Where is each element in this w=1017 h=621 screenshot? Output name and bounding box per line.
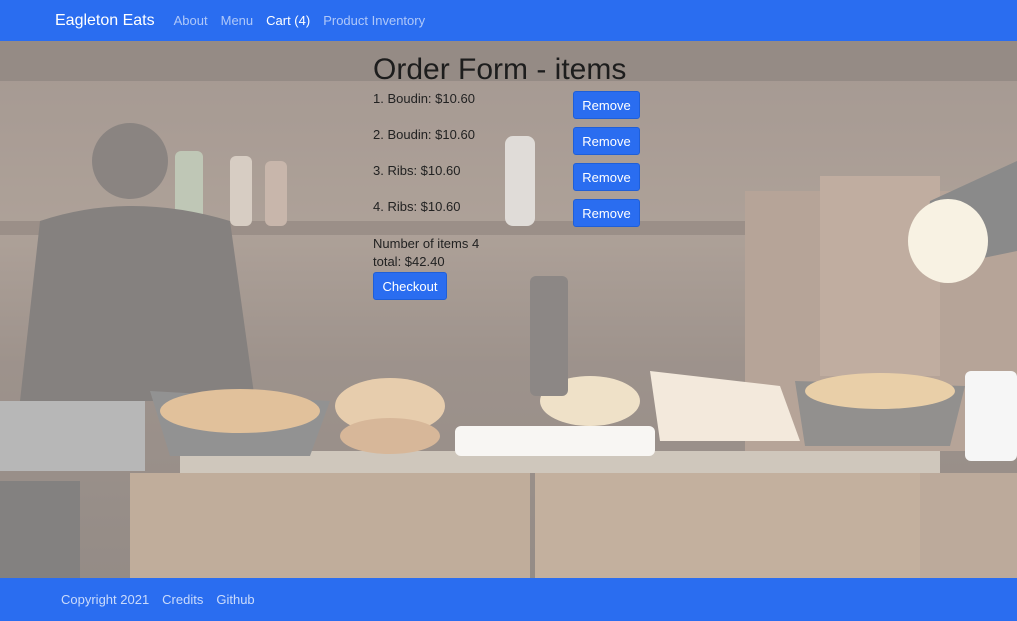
cart-item: 1. Boudin: $10.60 Remove [373, 91, 643, 127]
cart-item: 4. Ribs: $10.60 Remove [373, 199, 643, 235]
cart-item: 3. Ribs: $10.60 Remove [373, 163, 643, 199]
item-count: Number of items 4 [373, 236, 480, 251]
remove-item-button[interactable]: Remove [573, 199, 640, 227]
cart-item-label: 4. Ribs: $10.60 [373, 199, 461, 214]
nav-about[interactable]: About [174, 13, 208, 28]
cart-item-label: 1. Boudin: $10.60 [373, 91, 475, 106]
footer-credits-link[interactable]: Credits [162, 592, 203, 607]
navbar: Eagleton Eats About Menu Cart (4) Produc… [0, 0, 1017, 41]
remove-item-button[interactable]: Remove [573, 91, 640, 119]
brand-link[interactable]: Eagleton Eats [55, 12, 155, 30]
footer-copyright[interactable]: Copyright 2021 [61, 592, 149, 607]
remove-item-button[interactable]: Remove [573, 127, 640, 155]
checkout-button[interactable]: Checkout [373, 272, 447, 300]
order-total: total: $42.40 [373, 254, 445, 269]
cart-item-label: 3. Ribs: $10.60 [373, 163, 461, 178]
cart-item-label: 2. Boudin: $10.60 [373, 127, 475, 142]
footer-github-link[interactable]: Github [216, 592, 254, 607]
footer: Copyright 2021 Credits Github [0, 578, 1017, 621]
nav-cart[interactable]: Cart (4) [266, 13, 310, 28]
nav-menu[interactable]: Menu [221, 13, 254, 28]
page-title: Order Form - items [373, 53, 627, 86]
nav-product-inventory[interactable]: Product Inventory [323, 13, 425, 28]
remove-item-button[interactable]: Remove [573, 163, 640, 191]
order-form: Order Form - items 1. Boudin: $10.60 Rem… [373, 41, 643, 300]
cart-item: 2. Boudin: $10.60 Remove [373, 127, 643, 163]
order-summary: Number of items 4 total: $42.40 [373, 235, 643, 271]
